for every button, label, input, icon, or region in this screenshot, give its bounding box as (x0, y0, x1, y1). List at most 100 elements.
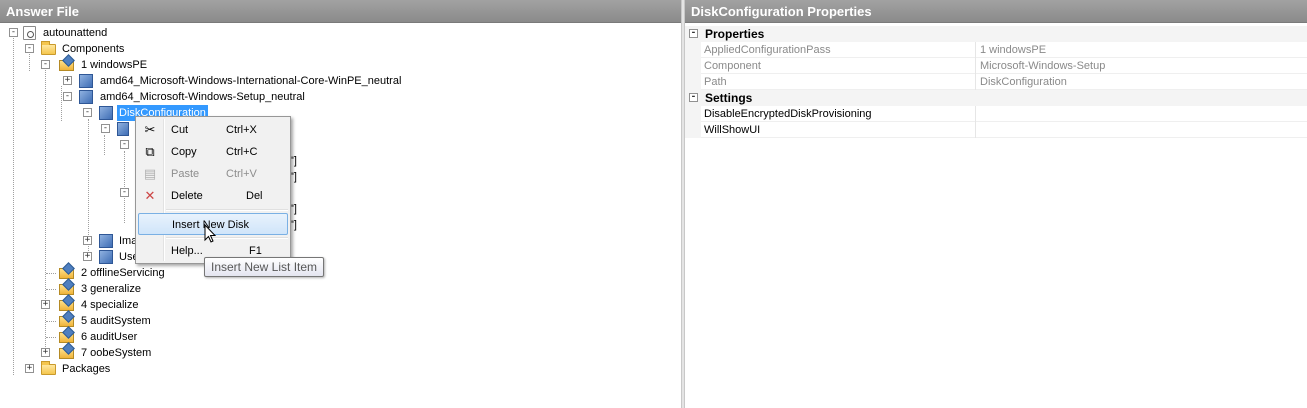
truncated-text: "] (290, 203, 297, 215)
collapse-icon[interactable]: - (25, 44, 34, 53)
collapse-icon[interactable]: - (120, 140, 129, 149)
collapse-icon[interactable]: - (689, 93, 698, 102)
tree-node-label[interactable]: 6 auditUser (79, 329, 139, 345)
config-pass-icon (59, 284, 74, 295)
collapse-icon[interactable]: - (689, 29, 698, 38)
menu-item-cut[interactable]: ✂ Cut Ctrl+X (138, 119, 288, 141)
tree-node-specialize[interactable]: + 4 specialize (0, 297, 200, 313)
expand-icon[interactable]: + (41, 300, 50, 309)
menu-item-shortcut: Ctrl+V (226, 168, 257, 180)
tree-node-label[interactable]: 5 auditSystem (79, 313, 153, 329)
config-pass-icon (59, 300, 74, 311)
truncated-text: "] (290, 171, 297, 183)
answer-file-document-icon (23, 26, 36, 40)
properties-pane: DiskConfiguration Properties - Propertie… (685, 0, 1307, 408)
tree-node-fragment: "] (290, 217, 310, 233)
expand-icon[interactable]: + (41, 348, 50, 357)
truncated-text: "] (290, 155, 297, 167)
config-pass-icon (59, 60, 74, 71)
expand-icon[interactable]: + (25, 364, 34, 373)
tree-node-label[interactable]: 1 windowsPE (79, 57, 149, 73)
expand-icon[interactable]: + (83, 252, 92, 261)
component-icon (117, 122, 129, 136)
menu-item-paste[interactable]: ▤ Paste Ctrl+V (138, 163, 288, 185)
answer-file-pane: Answer File - autounattend - Components … (0, 0, 681, 408)
menu-item-copy[interactable]: ⧉ Copy Ctrl+C (138, 141, 288, 163)
collapse-icon[interactable]: - (101, 124, 110, 133)
tree-node-fragment: "] (290, 169, 310, 185)
copy-icon: ⧉ (145, 144, 155, 159)
category-settings[interactable]: - Settings (685, 90, 1307, 106)
component-icon (99, 234, 113, 248)
collapse-icon[interactable]: - (120, 188, 129, 197)
tree-node-fragment: "] (290, 201, 310, 217)
tree-node-hidden[interactable]: - (0, 185, 140, 201)
tree-node-user-data[interactable]: + Use (0, 249, 140, 265)
menu-item-label: Paste (171, 168, 200, 180)
tree-node-label[interactable]: 2 offlineServicing (79, 265, 167, 281)
menu-item-shortcut: Del (246, 190, 263, 202)
tree-node-generalize[interactable]: 3 generalize (0, 281, 200, 297)
property-name: Component (704, 58, 976, 74)
menu-item-label: Copy (171, 146, 197, 158)
truncated-text: "] (290, 219, 297, 231)
menu-item-label: Cut (171, 124, 189, 136)
tree-node-autounattend[interactable]: - autounattend (0, 25, 200, 41)
tooltip: Insert New List Item (204, 257, 325, 277)
property-row-disableencrypteddiskprovisioning[interactable]: DisableEncryptedDiskProvisioning (685, 106, 1307, 122)
property-row-appliedconfigurationpass[interactable]: AppliedConfigurationPass 1 windowsPE (685, 42, 1307, 58)
tree-node-label[interactable]: autounattend (41, 25, 109, 41)
component-icon (99, 250, 113, 264)
property-row-willshowui[interactable]: WillShowUI (685, 122, 1307, 138)
tree-node-hidden[interactable]: - (0, 137, 140, 153)
property-value: Microsoft-Windows-Setup (980, 60, 1106, 72)
property-name: WillShowUI (704, 122, 976, 138)
property-value-field[interactable] (980, 122, 1300, 138)
tree-node-offlineservicing[interactable]: 2 offlineServicing (0, 265, 200, 281)
collapse-icon[interactable]: - (83, 108, 92, 117)
menu-separator (166, 209, 288, 211)
tree-node-label[interactable]: 4 specialize (79, 297, 140, 313)
property-value: 1 windowsPE (980, 44, 1047, 56)
config-pass-icon (59, 332, 74, 343)
collapse-icon[interactable]: - (41, 60, 50, 69)
config-pass-icon (59, 268, 74, 279)
config-pass-icon (59, 348, 74, 359)
tree-node-windowspe[interactable]: - 1 windowsPE (0, 57, 200, 73)
tree-node-image-install[interactable]: + Ima (0, 233, 140, 249)
property-name: Path (704, 74, 976, 90)
tree-node-auditsystem[interactable]: 5 auditSystem (0, 313, 200, 329)
menu-item-label: Delete (171, 190, 203, 202)
tree-node-setup[interactable]: - amd64_Microsoft-Windows-Setup_neutral (0, 89, 420, 105)
expand-icon[interactable]: + (83, 236, 92, 245)
property-name: DisableEncryptedDiskProvisioning (704, 106, 976, 122)
tree-node-oobesystem[interactable]: + 7 oobeSystem (0, 345, 200, 361)
tree-node-label[interactable]: amd64_Microsoft-Windows-Setup_neutral (98, 89, 307, 105)
tree-node-label[interactable]: 3 generalize (79, 281, 143, 297)
menu-item-delete[interactable]: ✕ Delete Del (138, 185, 288, 207)
tree-node-disk[interactable]: - (0, 121, 140, 137)
tree-node-packages[interactable]: + Packages (0, 361, 200, 377)
property-value: DiskConfiguration (980, 76, 1067, 88)
collapse-icon[interactable]: - (63, 92, 72, 101)
property-value-field[interactable] (980, 106, 1300, 122)
collapse-icon[interactable]: - (9, 28, 18, 37)
category-label: Settings (705, 91, 753, 105)
tree-node-label[interactable]: 7 oobeSystem (79, 345, 153, 361)
category-label: Properties (705, 27, 765, 41)
menu-item-shortcut: Ctrl+X (226, 124, 257, 136)
menu-item-label: Help... (171, 245, 203, 257)
property-row-path[interactable]: Path DiskConfiguration (685, 74, 1307, 90)
config-pass-icon (59, 316, 74, 327)
expand-icon[interactable]: + (63, 76, 72, 85)
tree-node-label[interactable]: Packages (60, 361, 112, 377)
tree-node-audituser[interactable]: 6 auditUser (0, 329, 200, 345)
property-row-component[interactable]: Component Microsoft-Windows-Setup (685, 58, 1307, 74)
tree-node-label[interactable]: amd64_Microsoft-Windows-International-Co… (98, 73, 403, 89)
tree-node-components[interactable]: - Components (0, 41, 200, 57)
delete-icon: ✕ (144, 188, 156, 203)
folder-icon (41, 361, 56, 375)
tree-node-international-core[interactable]: + amd64_Microsoft-Windows-International-… (0, 73, 420, 89)
category-properties[interactable]: - Properties (685, 26, 1307, 42)
menu-item-shortcut: Ctrl+C (226, 146, 258, 158)
